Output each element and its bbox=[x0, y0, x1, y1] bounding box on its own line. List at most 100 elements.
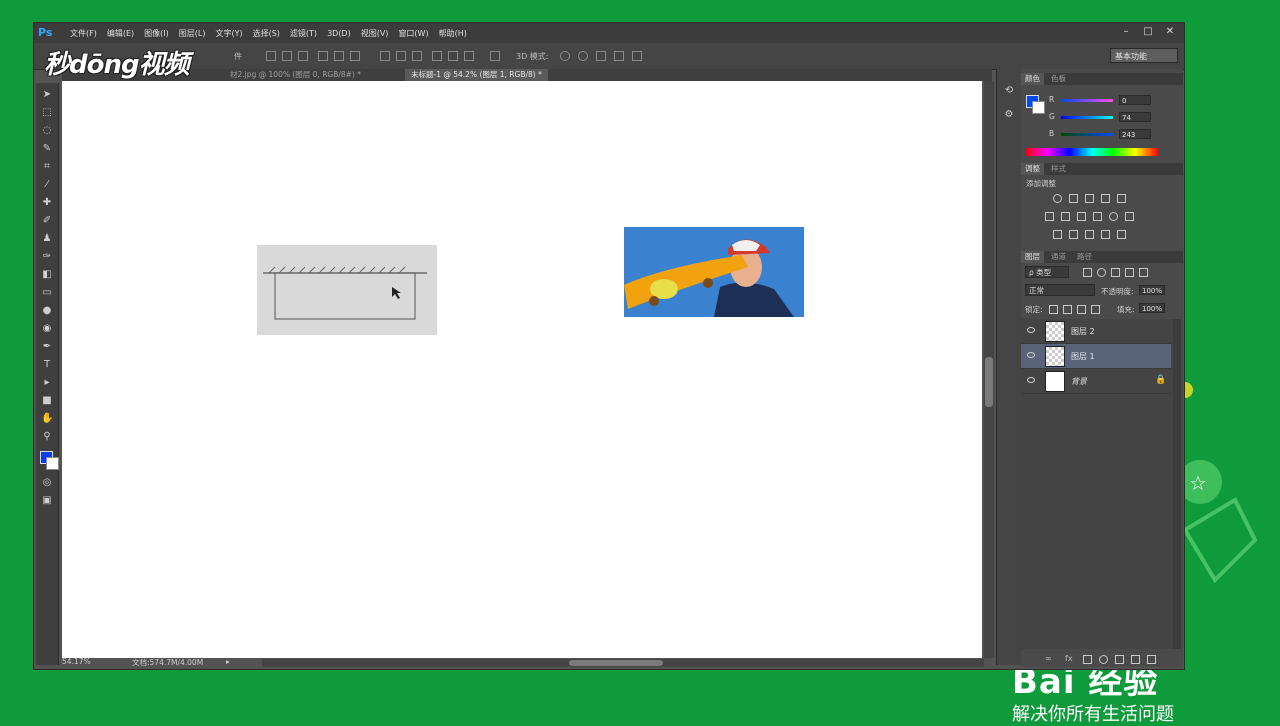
menu-window[interactable]: 窗口(W) bbox=[398, 28, 428, 39]
properties-panel-icon[interactable]: ⚙ bbox=[1003, 109, 1015, 121]
align-left-icon[interactable] bbox=[266, 51, 276, 61]
path-select-icon[interactable]: ▸ bbox=[41, 377, 53, 389]
menu-3d[interactable]: 3D(D) bbox=[327, 29, 351, 38]
drag-3d-icon[interactable] bbox=[596, 51, 606, 61]
history-brush-icon[interactable]: ✑ bbox=[41, 251, 53, 263]
color-spectrum-ramp[interactable] bbox=[1026, 148, 1158, 156]
pen-tool-icon[interactable]: ✒ bbox=[41, 341, 53, 353]
menu-filter[interactable]: 滤镜(T) bbox=[290, 28, 317, 39]
stamp-tool-icon[interactable]: ♟ bbox=[41, 233, 53, 245]
tab-document-1[interactable]: 材2.jpg @ 100% (图层 0, RGB/8#) * bbox=[224, 69, 367, 81]
filter-pixel-icon[interactable] bbox=[1083, 268, 1092, 277]
menu-file[interactable]: 文件(F) bbox=[70, 28, 97, 39]
crop-tool-icon[interactable]: ⌗ bbox=[41, 161, 53, 173]
filter-adjust-icon[interactable] bbox=[1097, 268, 1106, 277]
fx-icon[interactable]: fx bbox=[1065, 654, 1073, 663]
channel-r-value[interactable]: 0 bbox=[1119, 95, 1151, 105]
maximize-button[interactable]: □ bbox=[1138, 25, 1158, 39]
distribute-right-icon[interactable] bbox=[464, 51, 474, 61]
threshold-icon[interactable] bbox=[1085, 230, 1094, 239]
status-menu-arrow-icon[interactable]: ▸ bbox=[226, 657, 230, 666]
filter-shape-icon[interactable] bbox=[1125, 268, 1134, 277]
folder-icon[interactable] bbox=[1115, 655, 1124, 664]
fill-value[interactable]: 100% bbox=[1139, 303, 1165, 313]
menu-view[interactable]: 视图(V) bbox=[361, 28, 389, 39]
auto-align-icon[interactable] bbox=[490, 51, 500, 61]
brush-tool-icon[interactable]: ✐ bbox=[41, 215, 53, 227]
visibility-eye-icon[interactable] bbox=[1027, 352, 1035, 358]
lasso-tool-icon[interactable]: ◌ bbox=[41, 125, 53, 137]
photo-filter-icon[interactable] bbox=[1093, 212, 1102, 221]
visibility-eye-icon[interactable] bbox=[1027, 377, 1035, 383]
shape-tool-icon[interactable]: ■ bbox=[41, 395, 53, 407]
zoom-level[interactable]: 54.17% bbox=[62, 657, 91, 666]
layer-kind-filter[interactable]: ρ 类型 bbox=[1025, 266, 1069, 278]
tab-layers[interactable]: 图层 bbox=[1021, 251, 1044, 263]
mask-icon[interactable] bbox=[1083, 655, 1092, 664]
tab-channels[interactable]: 通道 bbox=[1047, 251, 1070, 263]
layer-row-layer-1[interactable]: 图层 1 bbox=[1021, 344, 1171, 369]
align-right-icon[interactable] bbox=[298, 51, 308, 61]
dodge-tool-icon[interactable]: ◉ bbox=[41, 323, 53, 335]
close-button[interactable]: ✕ bbox=[1160, 25, 1180, 39]
channel-r-slider[interactable] bbox=[1061, 99, 1113, 102]
layers-scrollbar[interactable] bbox=[1173, 319, 1181, 649]
distribute-middle-icon[interactable] bbox=[396, 51, 406, 61]
align-center-icon[interactable] bbox=[282, 51, 292, 61]
layer-row-layer-2[interactable]: 图层 2 bbox=[1021, 319, 1171, 344]
channel-g-slider[interactable] bbox=[1061, 116, 1113, 119]
healing-tool-icon[interactable]: ✚ bbox=[41, 197, 53, 209]
menu-layer[interactable]: 图层(L) bbox=[179, 28, 206, 39]
shelf-illustration[interactable] bbox=[257, 245, 437, 335]
quick-mask-icon[interactable]: ◎ bbox=[41, 477, 53, 489]
tab-color[interactable]: 颜色 bbox=[1021, 73, 1044, 85]
tab-styles[interactable]: 样式 bbox=[1047, 163, 1070, 175]
distribute-center-icon[interactable] bbox=[448, 51, 458, 61]
align-bottom-icon[interactable] bbox=[350, 51, 360, 61]
quick-select-tool-icon[interactable]: ✎ bbox=[41, 143, 53, 155]
lock-position-icon[interactable] bbox=[1077, 305, 1086, 314]
menu-type[interactable]: 文字(Y) bbox=[215, 28, 242, 39]
filter-type-icon[interactable] bbox=[1111, 268, 1120, 277]
black-white-icon[interactable] bbox=[1077, 212, 1086, 221]
scale-3d-icon[interactable] bbox=[632, 51, 642, 61]
new-layer-icon[interactable] bbox=[1131, 655, 1140, 664]
vibrance-adjust-icon[interactable] bbox=[1117, 194, 1126, 203]
channel-g-value[interactable]: 74 bbox=[1119, 112, 1151, 122]
menu-select[interactable]: 选择(S) bbox=[253, 28, 280, 39]
color-lookup-icon[interactable] bbox=[1125, 212, 1134, 221]
hue-saturation-icon[interactable] bbox=[1045, 212, 1054, 221]
posterize-icon[interactable] bbox=[1069, 230, 1078, 239]
curves-adjust-icon[interactable] bbox=[1085, 194, 1094, 203]
lock-image-icon[interactable] bbox=[1063, 305, 1072, 314]
brightness-adjust-icon[interactable] bbox=[1053, 194, 1062, 203]
document-canvas[interactable] bbox=[62, 81, 982, 658]
filter-smart-icon[interactable] bbox=[1139, 268, 1148, 277]
type-tool-icon[interactable]: T bbox=[41, 359, 53, 371]
color-panel-bg-swatch[interactable] bbox=[1032, 101, 1045, 114]
channel-mixer-icon[interactable] bbox=[1109, 212, 1118, 221]
channel-b-slider[interactable] bbox=[1061, 133, 1113, 136]
invert-icon[interactable] bbox=[1053, 230, 1062, 239]
tab-adjustments[interactable]: 调整 bbox=[1021, 163, 1044, 175]
opacity-value[interactable]: 100% bbox=[1139, 285, 1165, 295]
trash-icon[interactable] bbox=[1147, 655, 1156, 664]
hand-tool-icon[interactable]: ✋ bbox=[41, 413, 53, 425]
canvas-horizontal-scrollbar[interactable] bbox=[262, 659, 984, 667]
tab-swatches[interactable]: 色板 bbox=[1047, 73, 1070, 85]
history-panel-icon[interactable]: ⟲ bbox=[1003, 85, 1015, 97]
tab-paths[interactable]: 路径 bbox=[1073, 251, 1096, 263]
screen-mode-icon[interactable]: ▣ bbox=[41, 495, 53, 507]
link-icon[interactable]: ∞ bbox=[1045, 654, 1052, 663]
move-tool-icon[interactable]: ➤ bbox=[41, 89, 53, 101]
slide-3d-icon[interactable] bbox=[614, 51, 624, 61]
menu-image[interactable]: 图像(I) bbox=[144, 28, 169, 39]
background-color-swatch[interactable] bbox=[46, 457, 59, 470]
menu-edit[interactable]: 编辑(E) bbox=[107, 28, 134, 39]
align-middle-icon[interactable] bbox=[334, 51, 344, 61]
align-top-icon[interactable] bbox=[318, 51, 328, 61]
lock-all-icon[interactable] bbox=[1091, 305, 1100, 314]
eyedropper-tool-icon[interactable]: ⁄ bbox=[41, 179, 53, 191]
tab-document-2[interactable]: 未标题-1 @ 54.2% (图层 1, RGB/8) * bbox=[405, 69, 548, 81]
levels-adjust-icon[interactable] bbox=[1069, 194, 1078, 203]
